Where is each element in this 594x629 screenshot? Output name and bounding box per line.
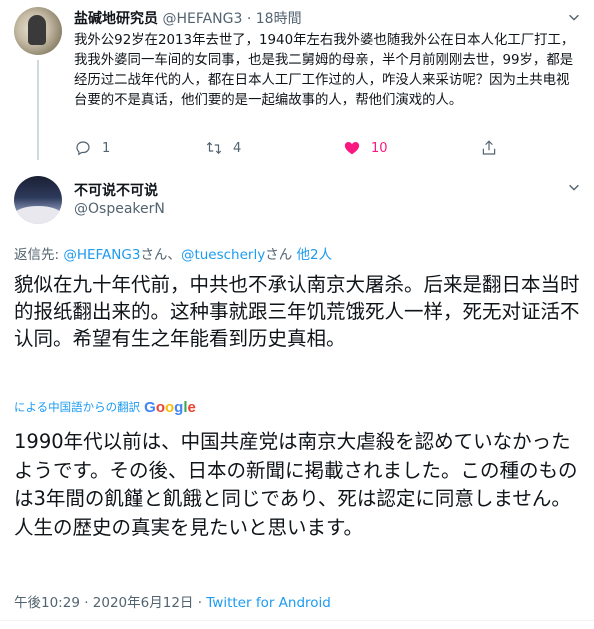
retweet-icon <box>206 141 222 155</box>
reply-user-link[interactable]: @tuescherly <box>181 247 265 263</box>
google-logo: Google <box>144 398 196 416</box>
like-count: 10 <box>371 140 388 156</box>
reply-count: 1 <box>102 140 111 156</box>
tweet-text: 我外公92岁在2013年去世了，1940年左右我外婆也随我外公在日本人化工厂打工… <box>74 33 575 108</box>
reply-others-link[interactable]: 他2人 <box>297 247 333 263</box>
tweet-text: 貌似在九十年代前，中共也不承认南京大屠杀。后来是翻日本当时的报纸翻出来的。这种事… <box>14 273 580 350</box>
more-options-chevron-down-icon[interactable] <box>566 10 582 26</box>
share-button[interactable] <box>480 138 498 158</box>
tweet-actions: 1 4 10 <box>74 138 554 158</box>
avatar[interactable] <box>14 7 62 55</box>
like-button[interactable]: 10 <box>343 138 388 158</box>
display-name[interactable]: 不可说不可说 <box>74 180 158 200</box>
reply-icon <box>76 141 90 156</box>
tweet-timestamp[interactable]: 午後10:29 · 2020年6月12日 · <box>14 595 206 611</box>
translated-text: 1990年代以前は、中国共産党は南京大虐殺を認めていなかったようです。その後、日… <box>14 430 578 539</box>
parent-tweet[interactable]: 盐碱地研究员 @HEFANG3 · 18時間 我外公92岁在2013年去世了，1… <box>0 0 594 164</box>
tweet-header: 盐碱地研究员 @HEFANG3 · 18時間 <box>74 8 302 28</box>
separator: · <box>246 11 252 27</box>
display-name[interactable]: 盐碱地研究员 <box>74 11 158 27</box>
tweet-footer: 午後10:29 · 2020年6月12日 · Twitter for Andro… <box>14 591 331 611</box>
tweet-source-link[interactable]: Twitter for Android <box>206 595 331 611</box>
handle[interactable]: @HEFANG3 <box>162 11 242 27</box>
replying-to-label: 返信先: <box>14 247 64 263</box>
retweet-button[interactable]: 4 <box>205 138 241 158</box>
more-options-chevron-down-icon[interactable] <box>566 180 582 196</box>
thread-line <box>37 60 39 160</box>
handle[interactable]: @OspeakerN <box>74 201 165 217</box>
reply-button[interactable]: 1 <box>74 138 110 158</box>
translation-attribution[interactable]: による中国語からの翻訳 Google <box>14 398 196 416</box>
retweet-count: 4 <box>233 140 242 156</box>
reply-separator: さん <box>265 247 297 263</box>
timestamp[interactable]: 18時間 <box>256 11 302 27</box>
reply-separator: さん、 <box>140 247 181 263</box>
replying-to: 返信先: @HEFANG3さん、@tuescherlyさん 他2人 <box>14 243 332 263</box>
avatar[interactable] <box>14 176 62 224</box>
reply-user-link[interactable]: @HEFANG3 <box>63 247 140 263</box>
divider <box>0 620 594 621</box>
heart-icon <box>344 142 360 155</box>
share-icon <box>482 140 496 155</box>
translation-label[interactable]: による中国語からの翻訳 <box>14 399 140 415</box>
